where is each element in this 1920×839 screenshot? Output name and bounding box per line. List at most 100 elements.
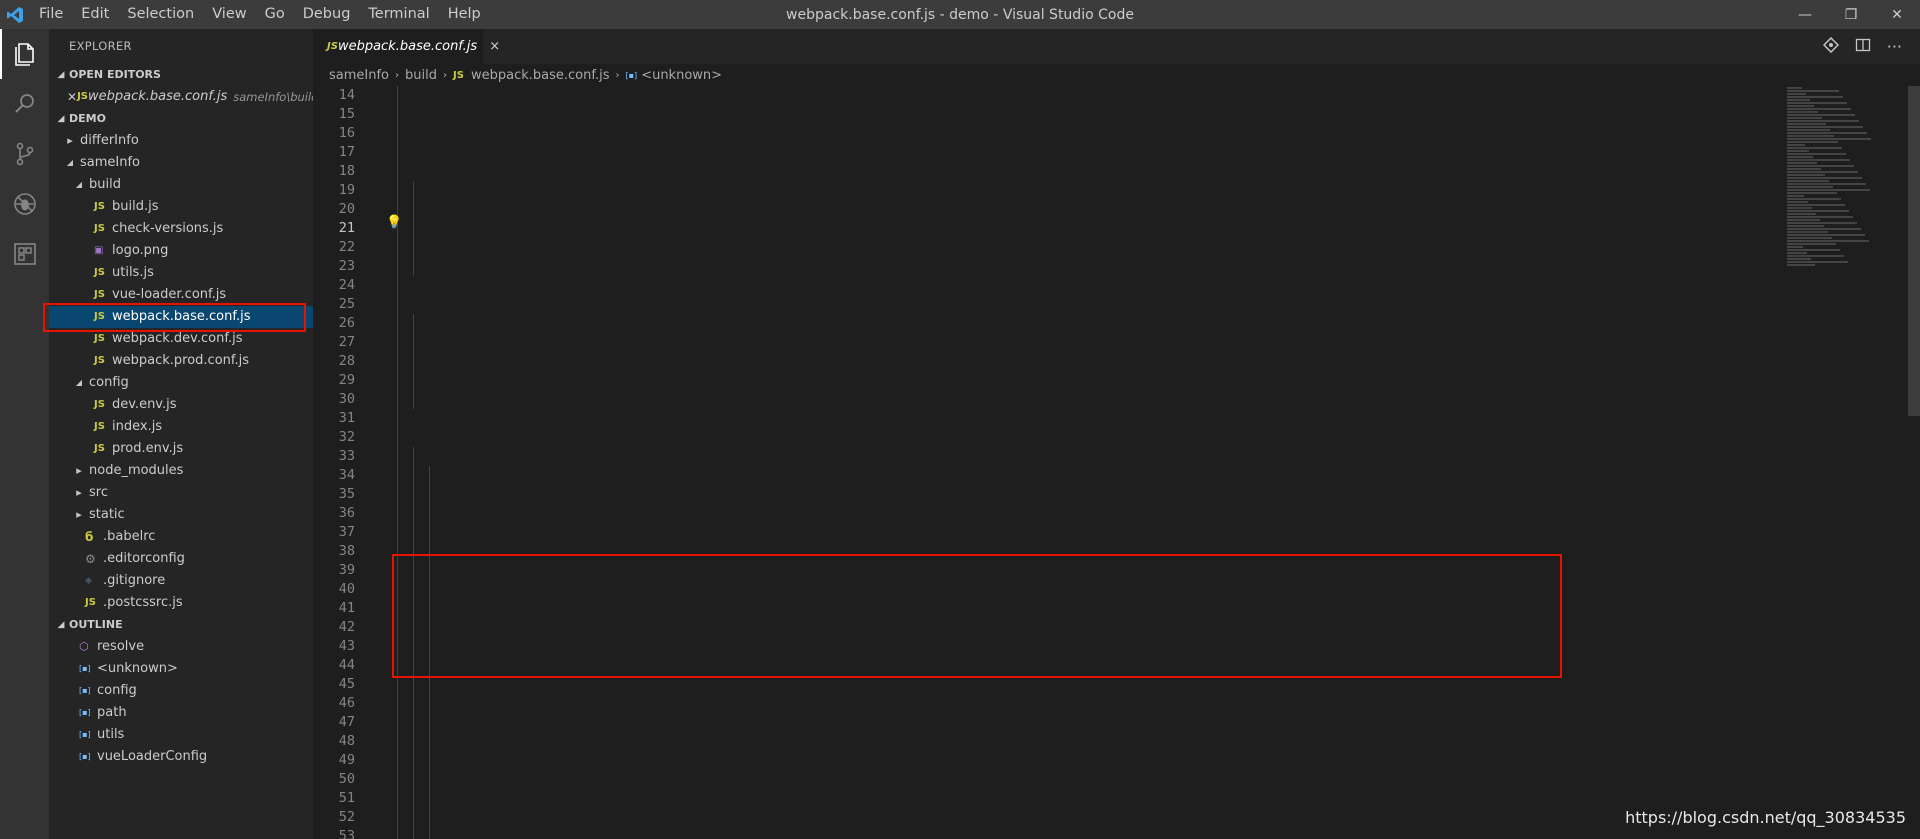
- folder-item[interactable]: ▸ differInfo: [49, 130, 313, 152]
- minimap-line: [1787, 243, 1836, 245]
- folder-item[interactable]: ◢ build: [49, 174, 313, 196]
- minimap-line: [1787, 258, 1811, 260]
- file-item[interactable]: JS prod.env.js: [49, 438, 313, 460]
- open-editor-path: sameInfo\build: [233, 90, 319, 104]
- minimap-line: [1787, 252, 1807, 254]
- file-item[interactable]: JS .postcssrc.js: [49, 592, 313, 614]
- maximize-button[interactable]: ❐: [1828, 0, 1874, 29]
- demo-header[interactable]: ◢ DEMO: [49, 108, 313, 130]
- menu-edit[interactable]: Edit: [72, 0, 118, 29]
- tree-item-label: .babelrc: [103, 529, 156, 544]
- file-item[interactable]: ◆ .gitignore: [49, 570, 313, 592]
- outline-item[interactable]: [▪] <unknown>: [49, 658, 313, 680]
- breadcrumb-item[interactable]: build: [405, 68, 437, 83]
- open-editors-header[interactable]: ◢ OPEN EDITORS: [49, 64, 313, 86]
- debug-icon[interactable]: [0, 179, 49, 229]
- outline-item[interactable]: [▪] vueLoaderConfig: [49, 746, 313, 768]
- extensions-icon[interactable]: [0, 229, 49, 279]
- chevron-right-icon: ›: [442, 69, 447, 81]
- title-bar: File Edit Selection View Go Debug Terminal Help…: [0, 0, 1920, 29]
- lightbulb-icon[interactable]: 💡: [386, 215, 402, 230]
- minimap-line: [1787, 183, 1866, 185]
- folder-item[interactable]: ▸ node_modules: [49, 460, 313, 482]
- line-number: 25: [338, 296, 355, 312]
- outline-item-label: <unknown>: [97, 661, 178, 676]
- folder-item[interactable]: ◢ config: [49, 372, 313, 394]
- minimap-line: [1787, 162, 1817, 164]
- outline-item-label: path: [97, 705, 127, 720]
- file-item[interactable]: JS webpack.prod.conf.js: [49, 350, 313, 372]
- minimap-line: [1787, 195, 1804, 197]
- minimap-line: [1787, 105, 1814, 107]
- variable-icon: [▪]: [625, 70, 638, 80]
- line-number: 51: [338, 790, 355, 806]
- line-number: 53: [338, 828, 355, 839]
- close-icon[interactable]: ✕: [67, 86, 77, 108]
- minimap-line: [1787, 186, 1833, 188]
- folder-item[interactable]: ◢ sameInfo: [49, 152, 313, 174]
- file-item[interactable]: JS dev.env.js: [49, 394, 313, 416]
- line-number: 42: [338, 619, 355, 635]
- minimap-line: [1787, 132, 1867, 134]
- outline-item[interactable]: ⬡ resolve: [49, 636, 313, 658]
- breadcrumb-item[interactable]: <unknown>: [641, 68, 722, 83]
- tree-item-label: check-versions.js: [112, 221, 224, 236]
- menu-view[interactable]: View: [203, 0, 255, 29]
- file-item[interactable]: JS index.js: [49, 416, 313, 438]
- menu-go[interactable]: Go: [256, 0, 294, 29]
- open-changes-icon[interactable]: [1822, 36, 1839, 57]
- minimap-line: [1787, 117, 1822, 119]
- line-number: 34: [338, 467, 355, 483]
- more-actions-icon[interactable]: ···: [1887, 37, 1902, 56]
- line-number: 40: [338, 581, 355, 597]
- minimap-line: [1787, 234, 1865, 236]
- breadcrumb-item[interactable]: sameInfo: [329, 68, 389, 83]
- minimap-line: [1787, 189, 1870, 191]
- menu-selection[interactable]: Selection: [118, 0, 203, 29]
- line-number: 17: [338, 144, 355, 160]
- minimap-line: [1787, 198, 1841, 200]
- menu-terminal[interactable]: Terminal: [359, 0, 438, 29]
- menu-help[interactable]: Help: [439, 0, 490, 29]
- file-item[interactable]: ⚙ .editorconfig: [49, 548, 313, 570]
- files-icon[interactable]: [0, 29, 49, 79]
- outline-item[interactable]: [▪] path: [49, 702, 313, 724]
- file-item[interactable]: JS build.js: [49, 196, 313, 218]
- folder-item[interactable]: ▸ src: [49, 482, 313, 504]
- file-item[interactable]: б .babelrc: [49, 526, 313, 548]
- open-editor-item[interactable]: ✕ JS webpack.base.conf.js sameInfo\build: [49, 86, 318, 108]
- source-control-icon[interactable]: [0, 129, 49, 179]
- file-item[interactable]: ▣ logo.png: [49, 240, 313, 262]
- close-window-button[interactable]: ✕: [1874, 0, 1920, 29]
- folder-item[interactable]: ▸ static: [49, 504, 313, 526]
- outline-item[interactable]: [▪] config: [49, 680, 313, 702]
- line-number: 46: [338, 695, 355, 711]
- minimap-line: [1787, 129, 1830, 131]
- minimize-button[interactable]: —: [1782, 0, 1828, 29]
- outline-header[interactable]: ◢ OUTLINE: [49, 614, 313, 636]
- outline-item[interactable]: [▪] utils: [49, 724, 313, 746]
- chevron-right-icon: ›: [395, 69, 400, 81]
- tree-item-label: prod.env.js: [112, 441, 184, 456]
- file-item[interactable]: JS utils.js: [49, 262, 313, 284]
- minimap-line: [1787, 156, 1813, 158]
- line-number: 33: [338, 448, 355, 464]
- menu-file[interactable]: File: [30, 0, 72, 29]
- minimap-line: [1787, 123, 1826, 125]
- search-icon[interactable]: [0, 79, 49, 129]
- tree-item-label: utils.js: [112, 265, 154, 280]
- minimap[interactable]: [1787, 86, 1907, 286]
- editor-scrollbar[interactable]: [1908, 86, 1920, 416]
- code-editor[interactable]: 14 15 16 17 18 19 20 21 22 23 24 25 26 27 28 29 30 31 32 33…: [313, 86, 1920, 839]
- tab-close-icon[interactable]: ×: [489, 39, 500, 54]
- image-file-icon: ▣: [94, 245, 104, 256]
- file-item[interactable]: JS check-versions.js: [49, 218, 313, 240]
- variable-icon: [▪]: [79, 730, 91, 739]
- breadcrumb-item[interactable]: webpack.base.conf.js: [471, 68, 610, 83]
- menu-debug[interactable]: Debug: [294, 0, 360, 29]
- tab-webpack-base-conf[interactable]: JS webpack.base.conf.js ×: [313, 29, 500, 64]
- split-editor-icon[interactable]: [1855, 37, 1871, 57]
- minimap-line: [1787, 102, 1847, 104]
- js-file-icon: JS: [94, 443, 105, 454]
- minimap-line: [1787, 207, 1812, 209]
